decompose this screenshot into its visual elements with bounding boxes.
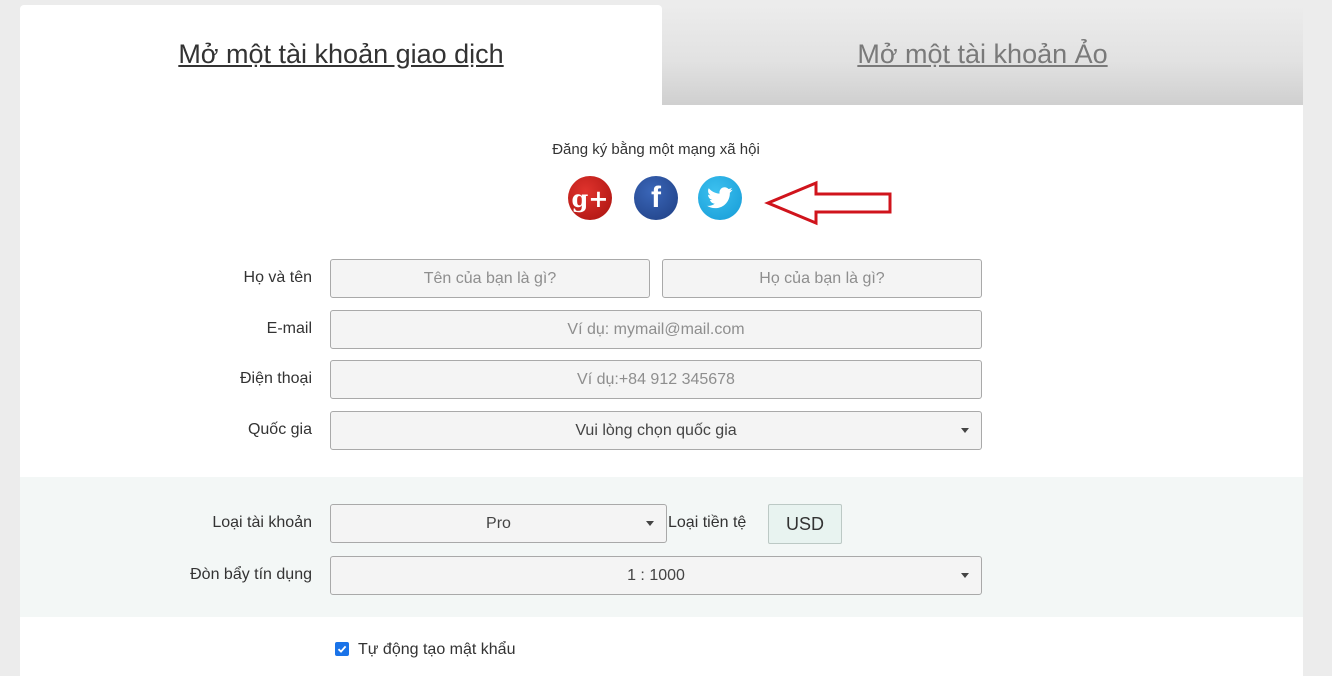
last-name-input[interactable] — [662, 259, 982, 298]
chevron-down-icon — [646, 521, 654, 526]
auto-password-checkbox[interactable] — [335, 642, 349, 656]
account-settings-section: Loại tài khoản Pro Loại tiền tệ USD Đòn … — [20, 477, 1303, 617]
name-label: Họ và tên — [243, 269, 312, 286]
account-type-value: Pro — [486, 514, 511, 532]
tab-demo-account-label[interactable]: Mở một tài khoản Ảo — [662, 39, 1303, 70]
chevron-down-icon — [961, 428, 969, 433]
first-name-input[interactable] — [330, 259, 650, 298]
google-plus-icon[interactable]: g+ — [568, 176, 612, 220]
registration-panel: Đăng ký bằng một mạng xã hội g+ f Họ và … — [20, 105, 1303, 676]
currency-usd-button[interactable]: USD — [768, 504, 842, 544]
currency-label: Loại tiền tệ — [668, 514, 747, 531]
country-select-value: Vui lòng chọn quốc gia — [575, 421, 737, 439]
auto-password-label[interactable]: Tự động tạo mật khẩu — [358, 641, 515, 659]
account-type-select[interactable]: Pro — [330, 504, 667, 543]
leverage-label: Đòn bẩy tín dụng — [190, 566, 312, 583]
facebook-icon[interactable]: f — [634, 176, 678, 220]
checkmark-icon — [337, 645, 347, 653]
tab-trading-account[interactable]: Mở một tài khoản giao dịch — [20, 5, 662, 105]
country-label: Quốc gia — [247, 421, 312, 438]
social-signup-label: Đăng ký bằng một mạng xã hội — [552, 141, 760, 158]
account-type-label: Loại tài khoản — [212, 514, 312, 531]
country-select[interactable]: Vui lòng chọn quốc gia — [330, 411, 982, 450]
email-label: E-mail — [266, 320, 312, 337]
tab-trading-account-label[interactable]: Mở một tài khoản giao dịch — [20, 39, 662, 70]
red-arrow-annotation — [764, 180, 892, 226]
leverage-select[interactable]: 1 : 1000 — [330, 556, 982, 595]
phone-label: Điện thoại — [239, 370, 312, 387]
chevron-down-icon — [961, 573, 969, 578]
twitter-icon[interactable] — [698, 176, 742, 220]
leverage-value: 1 : 1000 — [627, 566, 685, 584]
phone-input[interactable] — [330, 360, 982, 399]
email-input[interactable] — [330, 310, 982, 349]
tab-demo-account[interactable]: Mở một tài khoản Ảo — [662, 5, 1303, 106]
